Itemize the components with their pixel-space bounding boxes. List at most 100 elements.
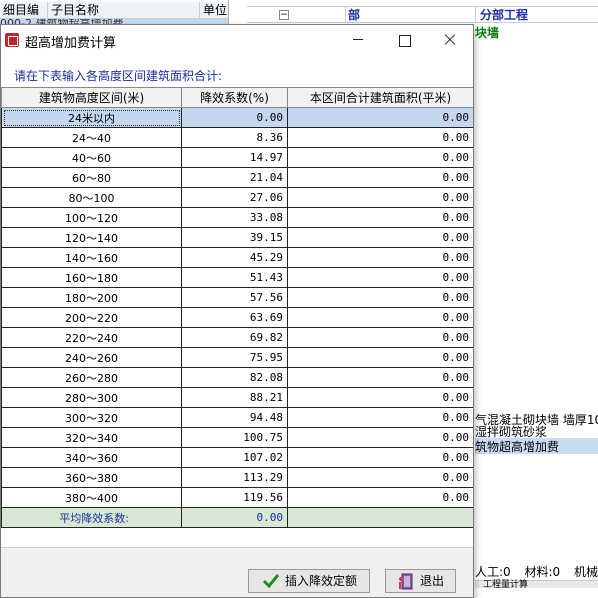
- table-row[interactable]: 160～180 51.43 0.00: [1, 267, 473, 288]
- dialog-footer: 插入降效定额 退出: [1, 547, 473, 597]
- area-input-cell[interactable]: 0.00: [287, 147, 473, 168]
- coefficient-cell: 57.56: [181, 287, 288, 308]
- column-header-unit[interactable]: 单位: [200, 2, 230, 19]
- height-range-cell: 180～200: [1, 287, 182, 308]
- table-row[interactable]: 200～220 63.69 0.00: [1, 307, 473, 328]
- area-input-cell[interactable]: 0.00: [287, 387, 473, 408]
- table-row[interactable]: 380～400 119.56 0.00: [1, 487, 473, 508]
- coefficient-cell: 107.02: [181, 447, 288, 468]
- area-input-cell[interactable]: 0.00: [287, 207, 473, 228]
- table-row[interactable]: 120～140 39.15 0.00: [1, 227, 473, 248]
- table-row[interactable]: 260～280 82.08 0.00: [1, 367, 473, 388]
- column-header-coefficient[interactable]: 降效系数(%): [181, 87, 288, 108]
- column-header-item-code[interactable]: 细目编号: [0, 2, 48, 33]
- coefficient-cell: 100.75: [181, 427, 288, 448]
- coefficient-cell: 88.21: [181, 387, 288, 408]
- height-range-cell: 360～380: [1, 467, 182, 488]
- area-input-cell[interactable]: 0.00: [287, 227, 473, 248]
- area-input-cell[interactable]: 0.00: [287, 327, 473, 348]
- column-header-area[interactable]: 本区间合计建筑面积(平米): [287, 87, 473, 108]
- area-input-cell[interactable]: 0.00: [287, 247, 473, 268]
- area-input-cell[interactable]: 0.00: [287, 467, 473, 488]
- status-machine: 机械:: [574, 565, 598, 579]
- column-header-part[interactable]: 部: [345, 7, 365, 23]
- area-input-cell[interactable]: 0.00: [287, 127, 473, 148]
- column-header-item-name[interactable]: 子目名称: [48, 2, 200, 19]
- close-button[interactable]: [427, 25, 473, 55]
- height-range-cell: 340～360: [1, 447, 182, 468]
- maximize-button[interactable]: [381, 25, 427, 55]
- coefficient-cell: 113.29: [181, 467, 288, 488]
- background-row-selected[interactable]: 筑物超高增加费: [475, 438, 598, 454]
- table-row[interactable]: 80～100 27.06 0.00: [1, 187, 473, 208]
- area-input-cell[interactable]: 0.00: [287, 107, 473, 128]
- height-range-cell: 24～40: [1, 127, 182, 148]
- table-row[interactable]: 340～360 107.02 0.00: [1, 447, 473, 468]
- exit-button[interactable]: 退出: [385, 569, 456, 593]
- average-label: 平均降效系数:: [1, 507, 182, 528]
- table-row[interactable]: 140～160 45.29 0.00: [1, 247, 473, 268]
- table-row[interactable]: 280～300 88.21 0.00: [1, 387, 473, 408]
- height-range-cell: 24米以内: [1, 107, 182, 128]
- area-input-cell[interactable]: 0.00: [287, 407, 473, 428]
- background-grid-header: 部 分部工程: [247, 6, 598, 23]
- coefficient-cell: 63.69: [181, 307, 288, 328]
- table-row[interactable]: 60～80 21.04 0.00: [1, 167, 473, 188]
- table-row[interactable]: 320～340 100.75 0.00: [1, 427, 473, 448]
- coefficient-cell: 8.36: [181, 127, 288, 148]
- column-header-division[interactable]: 分部工程: [475, 7, 598, 23]
- dialog-titlebar[interactable]: 超高增加费计算: [1, 25, 473, 55]
- coefficient-cell: 39.15: [181, 227, 288, 248]
- super-high-fee-dialog: 超高增加费计算 请在下表输入各高度区间建筑面积合计: 建筑物高度区间(米) 降效…: [0, 24, 474, 598]
- exit-label: 退出: [420, 574, 445, 588]
- height-range-cell: 260～280: [1, 367, 182, 388]
- height-range-cell: 40～60: [1, 147, 182, 168]
- height-range-cell: 100～120: [1, 207, 182, 228]
- instruction-text: 请在下表输入各高度区间建筑面积合计:: [14, 69, 223, 83]
- coefficient-cell: 94.48: [181, 407, 288, 428]
- tree-collapse-icon[interactable]: −: [279, 10, 289, 20]
- tab-quantity-calc[interactable]: 工程量计算: [483, 580, 528, 590]
- background-status-bar: 人工:0 材料:0 机械:: [475, 563, 598, 580]
- area-input-cell[interactable]: 0.00: [287, 307, 473, 328]
- table-row[interactable]: 220～240 69.82 0.00: [1, 327, 473, 348]
- area-input-cell[interactable]: 0.00: [287, 367, 473, 388]
- height-range-cell: 280～300: [1, 387, 182, 408]
- coefficient-cell: 33.08: [181, 207, 288, 228]
- average-value: 0.00: [181, 507, 288, 528]
- coefficient-cell: 119.56: [181, 487, 288, 508]
- average-empty-cell: [287, 507, 473, 528]
- height-range-cell: 220～240: [1, 327, 182, 348]
- height-range-cell: 300～320: [1, 407, 182, 428]
- exit-door-icon: [399, 573, 413, 590]
- grid-body: 24米以内 0.00 0.00 24～40 8.36 0.00 40～60 14.97 0.00…: [1, 107, 473, 528]
- column-header-height-range[interactable]: 建筑物高度区间(米): [1, 87, 182, 108]
- height-range-table: 建筑物高度区间(米) 降效系数(%) 本区间合计建筑面积(平米) 24米以内 0.…: [1, 87, 473, 547]
- area-input-cell[interactable]: 0.00: [287, 187, 473, 208]
- insert-quota-button[interactable]: 插入降效定额: [248, 569, 370, 593]
- area-input-cell[interactable]: 0.00: [287, 167, 473, 188]
- table-row[interactable]: 24～40 8.36 0.00: [1, 127, 473, 148]
- coefficient-cell: 0.00: [181, 107, 288, 128]
- table-row[interactable]: 100～120 33.08 0.00: [1, 207, 473, 228]
- area-input-cell[interactable]: 0.00: [287, 447, 473, 468]
- average-row: 平均降效系数: 0.00: [1, 507, 473, 528]
- area-input-cell[interactable]: 0.00: [287, 287, 473, 308]
- area-input-cell[interactable]: 0.00: [287, 267, 473, 288]
- table-row[interactable]: 360～380 113.29 0.00: [1, 467, 473, 488]
- minimize-button[interactable]: [335, 25, 381, 55]
- area-input-cell[interactable]: 0.00: [287, 487, 473, 508]
- table-row[interactable]: 40～60 14.97 0.00: [1, 147, 473, 168]
- table-row[interactable]: 24米以内 0.00 0.00: [1, 107, 473, 128]
- dialog-title: 超高增加费计算: [25, 36, 117, 51]
- background-tab-bar[interactable]: 工程量计算: [475, 580, 598, 590]
- table-row[interactable]: 300～320 94.48 0.00: [1, 407, 473, 428]
- table-row[interactable]: 240～260 75.95 0.00: [1, 347, 473, 368]
- coefficient-cell: 75.95: [181, 347, 288, 368]
- height-range-cell: 240～260: [1, 347, 182, 368]
- status-labor: 人工:0: [475, 565, 511, 579]
- table-row[interactable]: 180～200 57.56 0.00: [1, 287, 473, 308]
- area-input-cell[interactable]: 0.00: [287, 427, 473, 448]
- coefficient-cell: 21.04: [181, 167, 288, 188]
- area-input-cell[interactable]: 0.00: [287, 347, 473, 368]
